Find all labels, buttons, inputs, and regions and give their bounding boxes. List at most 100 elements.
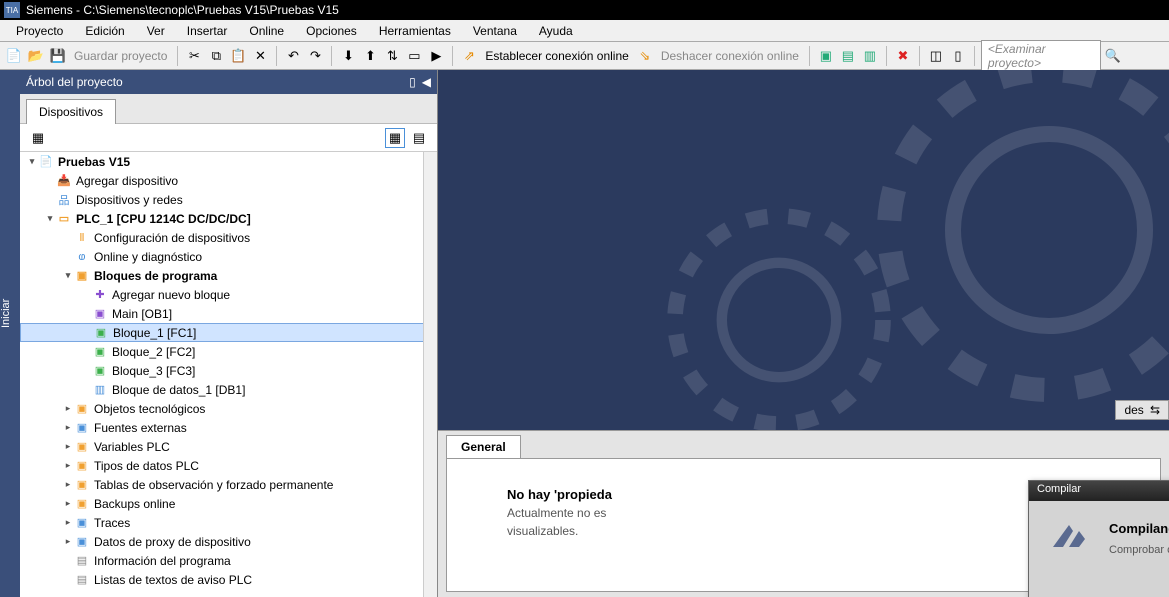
tree-item[interactable]: ✚Agregar nuevo bloque (20, 285, 437, 304)
tree-item[interactable]: ▾📄Pruebas V15 (20, 152, 437, 171)
tree-item[interactable]: Ⅱ Configuración de dispositivos (20, 228, 437, 247)
tree-item[interactable]: ▸▣Objetos tecnológicos (20, 399, 437, 418)
tree-item[interactable]: ▣ Bloque_1 [FC1] (20, 323, 437, 342)
paste-icon[interactable]: 📋 (228, 46, 248, 66)
expand-icon[interactable]: ▾ (62, 270, 74, 281)
tree-item[interactable]: ▤Listas de textos de aviso PLC (20, 570, 437, 589)
go-online-icon[interactable]: ⇗ (459, 46, 479, 66)
expand-icon[interactable]: ▾ (26, 156, 38, 167)
tree-item[interactable]: ▸▣Variables PLC (20, 437, 437, 456)
expand-icon[interactable]: ▸ (62, 422, 74, 433)
dialog-title: Compilar (1029, 481, 1169, 501)
menu-herramientas[interactable]: Herramientas (369, 22, 461, 40)
tree-item[interactable]: ▸▣Backups online (20, 494, 437, 513)
sim-icon[interactable]: ▭ (404, 46, 424, 66)
node-label: PLC_1 [CPU 1214C DC/DC/DC] (76, 212, 251, 226)
tab-dispositivos[interactable]: Dispositivos (26, 99, 116, 124)
save-icon[interactable]: 💾 (48, 46, 68, 66)
node-label: Online y diagnóstico (94, 250, 202, 264)
panel-tabs: Dispositivos (20, 94, 437, 124)
tree-item[interactable]: ▣Bloque_3 [FC3] (20, 361, 437, 380)
tree-item[interactable]: ▸▣Tipos de datos PLC (20, 456, 437, 475)
node-icon: ▣ (74, 516, 90, 530)
node-icon: ▣ (93, 326, 109, 340)
tree-item[interactable]: ▾▭PLC_1 [CPU 1214C DC/DC/DC] (20, 209, 437, 228)
node-icon: ▥ (92, 383, 108, 397)
tab-general[interactable]: General (446, 435, 521, 458)
node-label: Pruebas V15 (58, 155, 130, 169)
expand-icon[interactable]: ▸ (62, 517, 74, 528)
tool-icon-4[interactable]: ✖ (893, 46, 913, 66)
tree-item[interactable]: ▸▣Tablas de observación y forzado perman… (20, 475, 437, 494)
search-input[interactable]: <Examinar proyecto> (981, 40, 1101, 72)
tree-item[interactable]: ⱷOnline y diagnóstico (20, 247, 437, 266)
tree-item[interactable]: 📥Agregar dispositivo (20, 171, 437, 190)
node-icon: ▣ (92, 364, 108, 378)
expand-icon[interactable]: ▾ (44, 213, 56, 224)
node-icon: 品 (56, 193, 72, 207)
tree-item[interactable]: ▤Información del programa (20, 551, 437, 570)
go-online-label[interactable]: Establecer conexión online (481, 49, 632, 63)
project-tree-panel: Árbol del proyecto ▯ ◀ Dispositivos ▦ ▦ … (20, 70, 438, 597)
expand-icon[interactable]: ▸ (62, 498, 74, 509)
undo-icon[interactable]: ↶ (283, 46, 303, 66)
node-label: Configuración de dispositivos (94, 231, 250, 245)
view-grid-icon[interactable]: ▦ (385, 128, 405, 148)
upload-icon[interactable]: ⇅ (382, 46, 402, 66)
panel-collapse-icon[interactable]: ◀ (422, 75, 431, 89)
node-label: Bloque_1 [FC1] (113, 326, 196, 340)
cut-icon[interactable]: ✂ (184, 46, 204, 66)
tool-icon-3[interactable]: ▥ (860, 46, 880, 66)
menu-ventana[interactable]: Ventana (463, 22, 527, 40)
tool-icon-1[interactable]: ▣ (816, 46, 836, 66)
tree-tool-icon[interactable]: ▦ (28, 128, 48, 148)
expand-icon[interactable]: ▸ (62, 403, 74, 414)
layout-icon-1[interactable]: ◫ (926, 46, 946, 66)
expand-icon[interactable]: ▸ (62, 479, 74, 490)
menu-ayuda[interactable]: Ayuda (529, 22, 583, 40)
project-tree[interactable]: ▾📄Pruebas V15📥Agregar dispositivo品Dispos… (20, 152, 437, 597)
tree-item[interactable]: ▥Bloque de datos_1 [DB1] (20, 380, 437, 399)
open-project-icon[interactable]: 📂 (26, 46, 46, 66)
menu-edicion[interactable]: Edición (75, 22, 134, 40)
view-list-icon[interactable]: ▤ (409, 128, 429, 148)
redo-icon[interactable]: ↷ (305, 46, 325, 66)
tool-icon-2[interactable]: ▤ (838, 46, 858, 66)
expand-icon[interactable]: ▸ (62, 441, 74, 452)
node-label: Agregar dispositivo (76, 174, 178, 188)
layout-icon-2[interactable]: ▯ (948, 46, 968, 66)
delete-icon[interactable]: ✕ (250, 46, 270, 66)
menu-insertar[interactable]: Insertar (177, 22, 238, 40)
copy-icon[interactable]: ⧉ (206, 46, 226, 66)
node-icon: ▣ (74, 269, 90, 283)
menu-ver[interactable]: Ver (137, 22, 175, 40)
run-icon[interactable]: ▶ (426, 46, 446, 66)
tree-item[interactable]: ▾▣Bloques de programa (20, 266, 437, 285)
panel-pin-icon[interactable]: ▯ (409, 75, 416, 89)
left-rail[interactable]: Iniciar (0, 70, 20, 597)
go-offline-icon[interactable]: ⇘ (635, 46, 655, 66)
tree-item[interactable]: ▣Main [OB1] (20, 304, 437, 323)
tree-scrollbar[interactable] (423, 152, 437, 597)
menu-opciones[interactable]: Opciones (296, 22, 367, 40)
separator (919, 46, 920, 66)
compile-icon[interactable]: ⬇ (338, 46, 358, 66)
menu-online[interactable]: Online (239, 22, 294, 40)
new-project-icon[interactable]: 📄 (4, 46, 24, 66)
node-icon: ▤ (74, 573, 90, 587)
node-icon: ▣ (74, 478, 90, 492)
search-go-icon[interactable]: 🔍 (1103, 46, 1123, 66)
tree-item[interactable]: ▸▣Datos de proxy de dispositivo (20, 532, 437, 551)
expand-icon[interactable]: ▸ (62, 460, 74, 471)
tree-item[interactable]: ▣Bloque_2 [FC2] (20, 342, 437, 361)
download-icon[interactable]: ⬆ (360, 46, 380, 66)
tree-item[interactable]: ▸▣Traces (20, 513, 437, 532)
panel-header: Árbol del proyecto ▯ ◀ (20, 70, 437, 94)
menu-proyecto[interactable]: Proyecto (6, 22, 73, 40)
props-toggle-icon[interactable]: ⇆ (1150, 403, 1160, 417)
node-icon: Ⅱ (74, 231, 90, 245)
tree-item[interactable]: 品Dispositivos y redes (20, 190, 437, 209)
compile-icon (1049, 521, 1089, 553)
tree-item[interactable]: ▸▣Fuentes externas (20, 418, 437, 437)
expand-icon[interactable]: ▸ (62, 536, 74, 547)
